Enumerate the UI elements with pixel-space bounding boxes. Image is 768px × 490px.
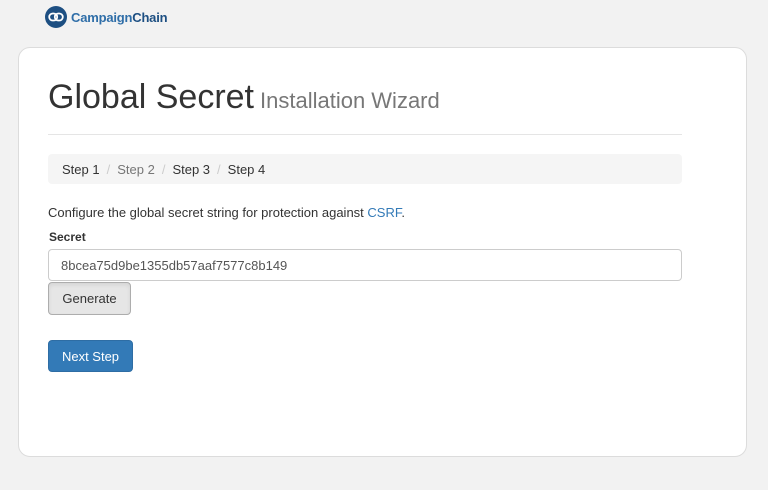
page-title-text: Global Secret: [48, 78, 254, 116]
generate-button[interactable]: Generate: [48, 282, 131, 315]
secret-label: Secret: [49, 230, 86, 244]
page-header: Global Secret Installation Wizard: [48, 76, 682, 135]
brand-name: CampaignChain: [71, 9, 168, 25]
breadcrumb: Step 1 / Step 2 / Step 3 / Step 4: [48, 154, 682, 184]
breadcrumb-step-2: Step 2: [117, 161, 155, 177]
intro-text: Configure the global secret string for p…: [48, 205, 405, 220]
breadcrumb-step-4: Step 4: [227, 161, 266, 177]
page-subtitle: Installation Wizard: [260, 88, 440, 113]
brand-name-part2: Chain: [132, 9, 168, 25]
brand-logo-link[interactable]: CampaignChain: [45, 6, 168, 28]
breadcrumb-separator: /: [161, 161, 166, 177]
next-step-button[interactable]: Next Step: [48, 340, 133, 372]
breadcrumb-step-3: Step 3: [172, 161, 211, 177]
breadcrumb-separator: /: [106, 161, 111, 177]
page-title: Global Secret Installation Wizard: [48, 77, 440, 121]
secret-input[interactable]: [48, 249, 682, 281]
intro-suffix: .: [401, 205, 405, 220]
breadcrumb-separator: /: [217, 161, 221, 177]
intro-body: Configure the global secret string for p…: [48, 205, 368, 220]
breadcrumb-step-1: Step 1: [62, 161, 100, 177]
csrf-link[interactable]: CSRF: [367, 205, 401, 220]
link-chain-icon: [45, 6, 67, 28]
brand-name-part1: Campaign: [71, 9, 133, 25]
